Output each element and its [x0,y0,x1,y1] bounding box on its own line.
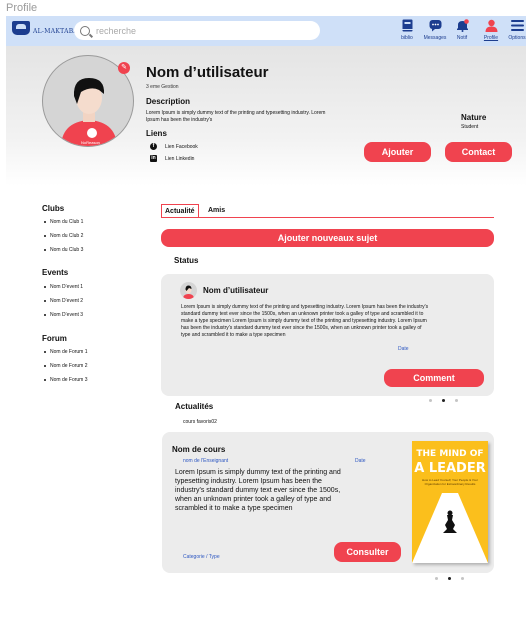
nav-label: Options [508,35,526,41]
course-description: Lorem Ipsum is simply dummy text of the … [175,469,341,512]
course-book-cover[interactable]: THE MIND OF A LEADER How to Lead Yoursel… [412,441,488,563]
actualites-heading: Actualités [175,402,214,411]
pagination-dot[interactable] [429,399,432,402]
pagination-dot[interactable] [455,399,458,402]
add-subject-button[interactable]: Ajouter nouveaux sujet [161,229,494,247]
club-item[interactable]: Nom du Club 1 [44,219,83,225]
description-text: Lorem Ipsum is simply dummy text of the … [146,110,326,123]
nav-item-messages[interactable]: Messages [422,19,448,41]
actualites-pagination [435,577,474,580]
user-icon [485,19,498,32]
nav-item-options[interactable]: Options [504,19,530,41]
frame-label: Profile [6,2,38,14]
book-icon [401,19,414,32]
status-pagination [429,399,468,402]
add-friend-button[interactable]: Ajouter [364,142,431,162]
facebook-link[interactable]: f Lien Facebook [150,143,198,150]
club-item[interactable]: Nom du Club 2 [44,233,83,239]
forum-item[interactable]: Nom de Forum 3 [44,377,88,383]
menu-icon [510,19,524,32]
nav-item-profile[interactable]: Profile [478,19,504,41]
status-heading: Status [174,256,199,265]
facebook-link-label: Lien Facebook [165,143,198,150]
comment-button[interactable]: Comment [384,369,484,387]
logo-text: AL-MAKTABA [33,27,79,35]
course-teacher[interactable]: nom de l'Enseignant [183,458,228,464]
forum-item[interactable]: Nom de Forum 1 [44,349,88,355]
bell-icon [456,19,469,32]
edit-avatar-button[interactable]: ✎ [118,62,130,74]
logo-book-icon [12,21,30,35]
book-author-line2: ANDERSON [432,550,468,556]
profile-username: Nom d’utilisateur [146,64,269,81]
chat-icon [429,19,442,32]
tab-amis[interactable]: Amis [205,204,228,217]
event-item[interactable]: Nom D’event 3 [44,312,83,318]
profile-subtitle: 3 eme Gestion [146,84,179,90]
search-bar[interactable] [74,21,320,40]
book-title-line1: THE MIND OF [416,449,484,459]
nav-label: Profile [483,35,499,41]
search-icon [80,25,90,36]
clubs-heading: Clubs [42,204,65,213]
course-category[interactable]: Categorie / Type [183,554,220,560]
nav-label: Messages [423,35,447,41]
events-heading: Events [42,268,69,277]
facebook-icon: f [150,143,157,150]
linkedin-link-label: Lien Linkedin [165,155,195,162]
nav-label: biblio [401,35,413,41]
linkedin-icon: in [150,155,157,162]
search-input[interactable] [96,25,296,36]
forum-item[interactable]: Nom de Forum 2 [44,363,88,369]
links-heading: Liens [146,129,167,138]
actualites-subtitle: cours favoris02 [183,419,217,425]
tab-actualite[interactable]: Actualité [161,204,199,217]
pagination-dot[interactable] [435,577,438,580]
book-title-line2: A LEADER [414,461,486,476]
nav-item-biblio[interactable]: biblio [394,19,420,41]
linkedin-link[interactable]: in Lien Linkedin [150,155,194,162]
pagination-dot[interactable] [461,577,464,580]
post-text: Lorem Ipsum is simply dummy text of the … [181,304,429,338]
nav-label: Notif [456,35,468,41]
pagination-dot-active[interactable] [442,399,445,402]
book-tagline: How to Lead Yourself, Your People & Your… [422,478,478,486]
nature-heading: Nature [461,113,487,122]
post-date: Date [398,346,409,352]
post-author-avatar[interactable] [180,282,197,299]
event-item[interactable]: Nom D’event 1 [44,284,83,290]
nature-value: Student [461,124,479,130]
club-item[interactable]: Nom du Club 3 [44,247,83,253]
top-navigation-bar: AL-MAKTABA biblio Messages Notif Profile… [6,16,526,46]
course-date: Date [355,458,366,464]
post-author-name: Nom d’utilisateur [203,286,269,295]
description-heading: Description [146,97,191,106]
content-tabs: Actualité Amis [161,204,494,218]
avatar-shirt-text: NoReason [81,140,100,145]
event-item[interactable]: Nom D’event 2 [44,298,83,304]
nav-item-notif[interactable]: Notif [449,19,475,41]
forum-heading: Forum [42,334,67,343]
consult-course-button[interactable]: Consulter [334,542,401,562]
app-logo[interactable]: AL-MAKTABA [12,21,78,35]
pagination-dot-active[interactable] [448,577,451,580]
contact-button[interactable]: Contact [445,142,512,162]
pencil-icon: ✎ [121,64,127,71]
course-name: Nom de cours [172,445,226,454]
book-author-line1: KEVIN [440,543,460,549]
